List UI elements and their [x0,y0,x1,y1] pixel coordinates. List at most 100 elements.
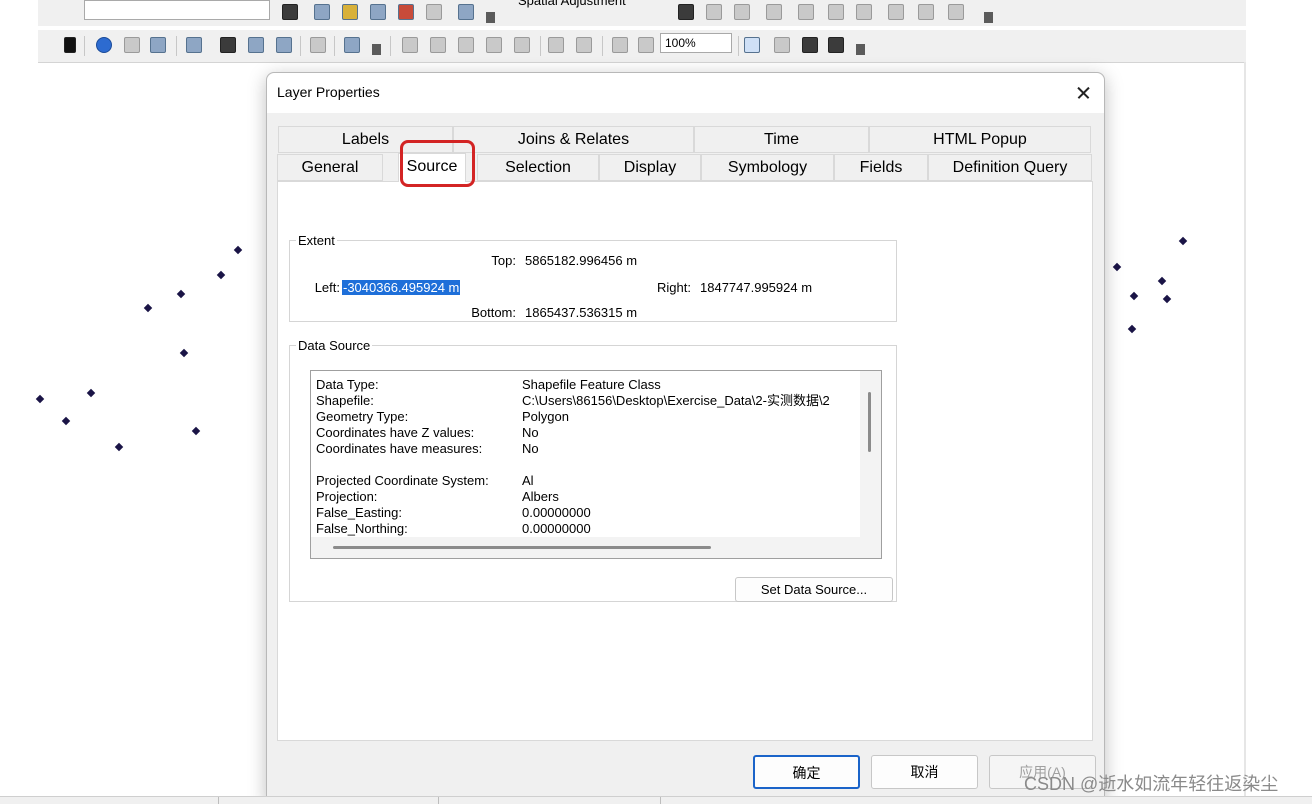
extent-right-label: Right: [657,280,691,295]
separator [602,36,603,56]
extent-bottom-label: Bottom: [471,305,516,320]
extent-right-value[interactable]: 1847747.995924 m [700,280,812,295]
displacement-icon[interactable] [948,4,964,20]
data-source-legend: Data Source [298,338,371,353]
xy-icon[interactable] [276,37,292,53]
toolbox-icon[interactable] [370,4,386,20]
watermark: CSDN @逝水如流年轻往返染尘 [1024,774,1279,794]
map-point [143,303,153,313]
separator [176,36,177,56]
chevron-down-icon[interactable] [372,44,381,55]
map-point [1162,294,1172,304]
separator [738,36,739,56]
separator [84,36,85,56]
pan-icon[interactable] [458,37,474,53]
measure-icon[interactable] [186,37,202,53]
fixed-zoom-in-icon[interactable] [548,37,564,53]
create-viewer-icon[interactable] [344,37,360,53]
fixed-zoom-out-icon[interactable] [576,37,592,53]
close-icon[interactable] [1064,73,1104,113]
scrollbar-thumb[interactable] [333,546,711,549]
map-point [179,348,189,358]
select-arrow-icon[interactable] [64,37,76,53]
chevron-down-icon[interactable] [856,44,865,55]
focus-frame-icon[interactable] [774,37,790,53]
toggle-draft-icon[interactable] [744,37,760,53]
time-slider-icon[interactable] [310,37,326,53]
edge-match-icon[interactable] [918,4,934,20]
next-extent-icon[interactable] [638,37,654,53]
map-point [1127,324,1137,334]
app-toolbars: Spatial Adjustment 100% [0,0,1312,63]
tab-time[interactable]: Time [694,126,869,153]
catalog-icon[interactable] [342,4,358,20]
spatial-adjustment-label[interactable]: Spatial Adjustment [518,0,626,10]
map-point [1129,291,1139,301]
grid-icon[interactable] [282,4,298,20]
separator [540,36,541,56]
toolbar-row-editor: Spatial Adjustment [38,0,1246,26]
zoom-level-value: 100% [665,36,696,50]
dialog-title: Layer Properties [277,84,380,100]
tab-general[interactable]: General [277,154,383,181]
zoom-in-icon[interactable] [402,37,418,53]
find-icon[interactable] [220,37,236,53]
separator [390,36,391,56]
tab-html-popup[interactable]: HTML Popup [869,126,1091,153]
extent-top-value[interactable]: 5865182.996456 m [525,253,637,268]
set-data-source-button[interactable]: Set Data Source... [735,577,893,602]
georef-icon[interactable] [458,4,474,20]
cancel-button[interactable]: 取消 [871,755,978,789]
map-point [61,416,71,426]
chevron-down-icon[interactable] [486,12,495,23]
new-link-icon[interactable] [706,4,722,20]
tab-definition-query[interactable]: Definition Query [928,154,1092,181]
chevron-down-icon[interactable] [984,12,993,23]
tab-symbology[interactable]: Symbology [701,154,834,181]
scrollbar-thumb[interactable] [868,392,871,452]
modify-link-icon[interactable] [734,4,750,20]
zoom-level-combo[interactable]: 100% [660,33,732,53]
previous-extent-icon[interactable] [612,37,628,53]
map-point [233,245,243,255]
separator [300,36,301,56]
limited-adjust-icon[interactable] [798,4,814,20]
zoom-out-icon[interactable] [430,37,446,53]
view-links-icon[interactable] [828,4,844,20]
map-point [1112,262,1122,272]
change-layout-icon[interactable] [802,37,818,53]
separator [334,36,335,56]
multi-link-icon[interactable] [766,4,782,20]
data-driven-pages-icon[interactable] [828,37,844,53]
extent-group: Extent Top: 5865182.996456 m Left: -3040… [289,233,897,322]
tab-fields[interactable]: Fields [834,154,928,181]
extent-left-label: Left: [314,280,340,295]
go-to-xy-icon[interactable] [248,37,264,53]
hyperlink-icon[interactable] [124,37,140,53]
extent-bottom-value[interactable]: 1865437.536315 m [525,305,637,320]
full-extent-icon[interactable] [486,37,502,53]
link-table-icon[interactable] [856,4,872,20]
map-point [191,426,201,436]
tab-display[interactable]: Display [599,154,701,181]
identify-icon[interactable] [96,37,112,53]
vertical-scrollbar[interactable] [860,371,881,537]
modelbuilder-icon[interactable] [426,4,442,20]
tab-selection[interactable]: Selection [477,154,599,181]
python-icon[interactable] [398,4,414,20]
ok-button[interactable]: 确定 [753,755,860,789]
adjust-select-icon[interactable] [678,4,694,20]
attribute-transfer-icon[interactable] [888,4,904,20]
map-point [35,394,45,404]
map-point [86,388,96,398]
fixed-zoom-icon[interactable] [514,37,530,53]
extent-top-label: Top: [491,253,516,268]
dialog-titlebar[interactable]: Layer Properties [267,73,1104,113]
layer-icon[interactable] [314,4,330,20]
tab-joins-relates[interactable]: Joins & Relates [453,126,694,153]
data-source-listbox[interactable]: Data Type: Shapefile Feature Class Shapef… [310,370,882,559]
editor-combo[interactable] [84,0,270,20]
extent-left-value[interactable]: -3040366.495924 m [342,280,461,295]
horizontal-scrollbar[interactable] [311,537,881,558]
html-popup-icon[interactable] [150,37,166,53]
